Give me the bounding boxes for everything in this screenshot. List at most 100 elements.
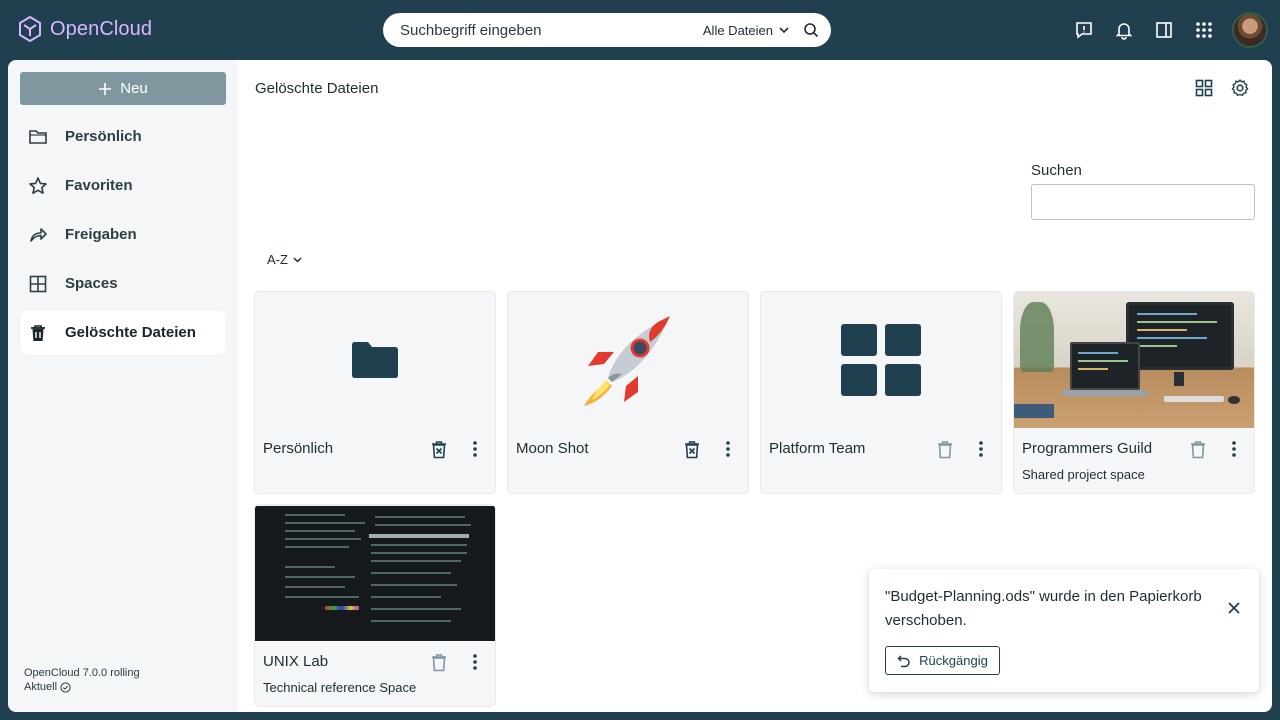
more-actions-button[interactable]	[971, 438, 991, 460]
card-title: Persönlich	[263, 440, 334, 457]
trash-outline-icon	[1191, 440, 1205, 458]
share-icon	[30, 227, 47, 242]
card-thumbnail	[255, 505, 495, 641]
close-icon	[1228, 602, 1240, 614]
card-actions	[935, 438, 991, 460]
feedback-button[interactable]	[1064, 10, 1104, 50]
chevron-down-icon	[293, 256, 302, 263]
spaces-grid-icon	[841, 324, 921, 396]
sidebar-item-personal[interactable]: Persönlich	[20, 114, 226, 159]
chevron-down-icon	[779, 26, 789, 33]
space-card-moon-shot[interactable]: Moon Shot	[507, 291, 749, 494]
tiles-view-icon[interactable]	[1194, 78, 1214, 98]
space-card-programmers-guild[interactable]: Programmers Guild Shared project space	[1013, 291, 1255, 494]
view-options	[1194, 78, 1250, 98]
sidebar-item-label: Gelöschte Dateien	[65, 324, 196, 341]
undo-label: Rückgängig	[919, 653, 988, 668]
search-input[interactable]: Suchbegriff eingeben	[400, 22, 703, 39]
notification-toast: "Budget-Planning.ods" wurde in den Papie…	[869, 569, 1259, 692]
card-actions	[429, 651, 485, 673]
top-icons	[1064, 10, 1268, 50]
opencloud-logo-icon	[19, 16, 41, 42]
space-card-personal[interactable]: Persönlich	[254, 291, 496, 494]
sidebar-panel-icon	[1156, 22, 1172, 38]
sidebar-item-label: Freigaben	[65, 226, 137, 243]
card-thumbnail	[255, 292, 495, 428]
search-scope-dropdown[interactable]: Alle Dateien	[703, 23, 789, 38]
trash-icon	[31, 324, 45, 341]
more-actions-button[interactable]	[718, 438, 738, 460]
filter-label: Suchen	[1031, 162, 1082, 179]
card-title: Platform Team	[769, 440, 866, 457]
plus-icon	[99, 82, 112, 95]
star-icon	[29, 176, 47, 194]
more-actions-button[interactable]	[465, 651, 485, 673]
more-vertical-icon	[473, 441, 477, 457]
delete-permanently-button[interactable]	[682, 438, 702, 460]
sort-label: A-Z	[267, 252, 288, 267]
delete-button[interactable]	[1188, 438, 1208, 460]
more-vertical-icon	[1232, 441, 1236, 457]
app-switcher-button[interactable]	[1184, 10, 1224, 50]
global-search[interactable]: Suchbegriff eingeben Alle Dateien	[383, 13, 831, 47]
folder-icon	[352, 342, 398, 378]
card-thumbnail	[761, 292, 1001, 428]
sidebar-item-shares[interactable]: Freigaben	[20, 212, 226, 257]
space-card-platform-team[interactable]: Platform Team	[760, 291, 1002, 494]
more-vertical-icon	[473, 654, 477, 670]
app-grid-icon	[1196, 22, 1212, 38]
sidebar-item-favorites[interactable]: Favoriten	[20, 163, 226, 208]
check-circle-icon	[60, 681, 71, 693]
delete-button[interactable]	[429, 651, 449, 673]
sidebar: Neu Persönlich Favoriten Freigaben Space…	[8, 60, 238, 712]
version-status-label: Aktuell	[24, 681, 58, 693]
notifications-button[interactable]	[1104, 10, 1144, 50]
card-actions	[682, 438, 738, 460]
version-info: OpenCloud 7.0.0 rolling Aktuell	[24, 666, 140, 694]
more-vertical-icon	[726, 441, 730, 457]
undo-button[interactable]: Rückgängig	[885, 646, 1000, 675]
feedback-icon	[1076, 22, 1092, 39]
sidebar-nav: Persönlich Favoriten Freigaben Spaces Ge…	[20, 114, 226, 359]
toast-close-button[interactable]	[1225, 599, 1243, 617]
trash-outline-icon	[938, 440, 952, 458]
folder-icon	[29, 129, 47, 144]
card-title: Moon Shot	[516, 440, 589, 457]
side-panel-button[interactable]	[1144, 10, 1184, 50]
delete-button[interactable]	[935, 438, 955, 460]
card-actions	[429, 438, 485, 460]
delete-forever-icon	[685, 440, 699, 458]
new-button[interactable]: Neu	[20, 72, 226, 105]
version-status: Aktuell	[24, 680, 140, 694]
sidebar-item-label: Spaces	[65, 275, 118, 292]
delete-forever-icon	[432, 440, 446, 458]
search-scope-label: Alle Dateien	[702, 22, 773, 38]
settings-gear-icon[interactable]	[1230, 78, 1250, 98]
card-actions	[1188, 438, 1244, 460]
undo-icon	[897, 654, 910, 667]
filter-input[interactable]	[1031, 184, 1255, 220]
card-subtitle: Technical reference Space	[263, 680, 417, 695]
top-bar: OpenCloud Suchbegriff eingeben Alle Date…	[0, 0, 1280, 60]
card-thumbnail	[508, 292, 748, 428]
more-actions-button[interactable]	[465, 438, 485, 460]
sort-dropdown[interactable]: A-Z	[267, 252, 302, 267]
delete-permanently-button[interactable]	[429, 438, 449, 460]
app-logo[interactable]: OpenCloud	[18, 16, 152, 42]
sidebar-item-label: Persönlich	[65, 128, 142, 145]
user-avatar[interactable]	[1232, 12, 1268, 48]
more-vertical-icon	[979, 441, 983, 457]
space-card-unix-lab[interactable]: UNIX Lab Technical reference Space	[254, 504, 496, 707]
card-title: Programmers Guild	[1022, 440, 1153, 457]
spaces-icon	[29, 275, 47, 292]
version-text: OpenCloud 7.0.0 rolling	[24, 667, 140, 679]
more-actions-button[interactable]	[1224, 438, 1244, 460]
bell-icon	[1115, 23, 1133, 40]
sidebar-item-trash[interactable]: Gelöschte Dateien	[20, 310, 226, 355]
terminal-photo-image	[255, 505, 495, 641]
sidebar-item-spaces[interactable]: Spaces	[20, 261, 226, 306]
new-button-label: Neu	[120, 80, 148, 97]
search-icon[interactable]	[803, 22, 819, 38]
sidebar-item-label: Favoriten	[65, 177, 133, 194]
card-thumbnail	[1014, 292, 1254, 428]
